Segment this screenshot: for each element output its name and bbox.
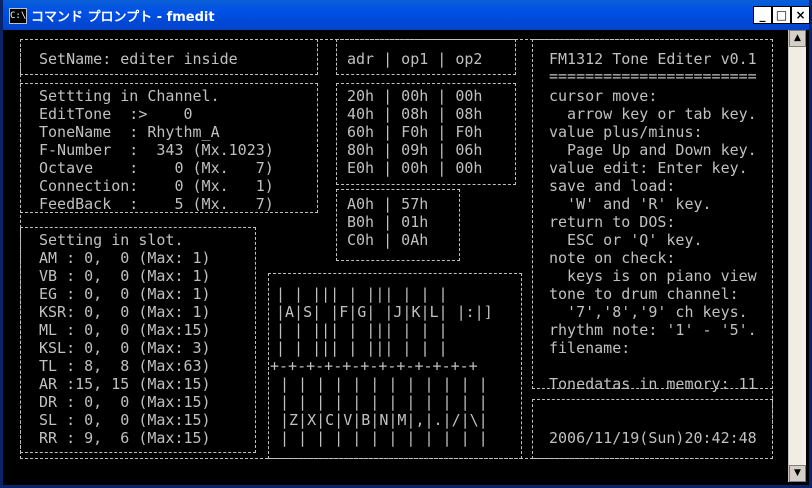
help-line: save and load: [549,177,676,195]
channel-setting-row[interactable]: Octave : 0 (Mx. 7) [39,159,274,177]
piano-separator: +-+-+-+-+-+-+-+-+-+-+-+ [270,357,478,375]
register-row: 40h | 08h | 08h [347,105,483,123]
close-button[interactable]: × [791,6,810,24]
slot-setting-row[interactable]: SL : 0, 0 (Max:15) [39,411,211,429]
channel-setting-row[interactable]: FeedBack : 5 (Mx. 7) [39,195,274,213]
channel-setting-row[interactable]: Connection: 0 (Mx. 1) [39,177,274,195]
register-header: adr | op1 | op2 [347,50,483,68]
help-line: Page Up and Down key. [549,141,757,159]
maximize-button[interactable]: □ [772,6,791,24]
help-line: note on check: [549,249,676,267]
setname-text[interactable]: SetName: editer inside [39,50,238,68]
help-line: arrow key or tab key. [549,105,757,123]
piano-row: | | | | | | | | | | | | [280,375,488,393]
channel-setting-row[interactable]: ToneName : Rhythm_A [39,123,220,141]
scroll-down-arrow-icon[interactable]: ▼ [789,465,806,482]
help-line: value plus/minus: [549,123,703,141]
register-row: 20h | 00h | 00h [347,87,483,105]
piano-row: | | | | | | | | | | | | [280,393,488,411]
console-app-icon[interactable]: C:\ [9,8,27,24]
slot-setting-row[interactable]: AR :15, 15 (Max:15) [39,375,211,393]
datetime: 2006/11/19(Sun)20:42:48 [549,429,757,447]
slot-title: Setting in slot. [39,231,184,249]
slot-setting-row[interactable]: VB : 0, 0 (Max: 1) [39,267,211,285]
memory-status: Tonedatas in memory: 11 [549,375,757,393]
help-line: ESC or 'Q' key. [549,231,703,249]
channel-title: Settting in Channel. [39,87,220,105]
scroll-up-arrow-icon[interactable]: ▲ [789,30,806,47]
channel-setting-row[interactable]: F-Number : 343 (Mx.1023) [39,141,274,159]
channel-setting-row[interactable]: EditTone :> 0 [39,105,193,123]
slot-setting-row[interactable]: EG : 0, 0 (Max: 1) [39,285,211,303]
register-row: E0h | 00h | 00h [347,159,483,177]
register-row: 80h | 09h | 06h [347,141,483,159]
console-window: C:\ コマンド プロンプト - fmedit _ □ × SetName: e… [0,0,812,488]
register-row: 60h | F0h | F0h [347,123,483,141]
piano-row: |A|S| |F|G| |J|K|L| |:|] [276,303,493,321]
slot-setting-row[interactable]: KSL: 0, 0 (Max: 3) [39,339,211,357]
help-line: rhythm note: '1' - '5'. [549,321,757,339]
register-row: C0h | 0Ah [347,231,429,249]
register-row: B0h | 01h [347,213,429,231]
slot-setting-row[interactable]: DR : 0, 0 (Max:15) [39,393,211,411]
piano-row: | | ||| | ||| | | | [276,285,448,303]
minimize-button[interactable]: _ [753,6,772,24]
piano-row: |Z|X|C|V|B|N|M|,|.|/|\| [280,411,488,429]
piano-row: | | ||| | ||| | | | [276,339,448,357]
piano-row: | | | | | | | | | | | | [280,429,488,447]
slot-setting-row[interactable]: ML : 0, 0 (Max:15) [39,321,211,339]
help-line: keys is on piano view [549,267,757,285]
title-bar[interactable]: C:\ コマンド プロンプト - fmedit _ □ × [3,0,810,30]
slot-setting-row[interactable]: KSR: 0, 0 (Max: 1) [39,303,211,321]
help-line: cursor move: [549,87,658,105]
console-area[interactable]: SetName: editer inside Settting in Chann… [6,30,792,482]
window-title: コマンド プロンプト - fmedit [31,10,215,25]
help-line: 'W' and 'R' key. [549,195,712,213]
slot-setting-row[interactable]: AM : 0, 0 (Max: 1) [39,249,211,267]
help-rule: ======================= [549,67,757,85]
help-line: value edit: Enter key. [549,159,748,177]
register-row: A0h | 57h [347,195,429,213]
help-line: tone to drum channel: [549,285,739,303]
piano-row: | | ||| | ||| | | | [276,321,448,339]
help-line: '7','8','9' ch keys. [549,303,748,321]
help-line: filename: [549,339,631,357]
help-title: FM1312 Tone Editer v0.1 [549,50,757,68]
vertical-scrollbar[interactable]: ▲ ▼ [788,30,806,482]
slot-setting-row[interactable]: RR : 9, 6 (Max:15) [39,429,211,447]
help-line: return to DOS: [549,213,676,231]
slot-setting-row[interactable]: TL : 8, 8 (Max:63) [39,357,211,375]
